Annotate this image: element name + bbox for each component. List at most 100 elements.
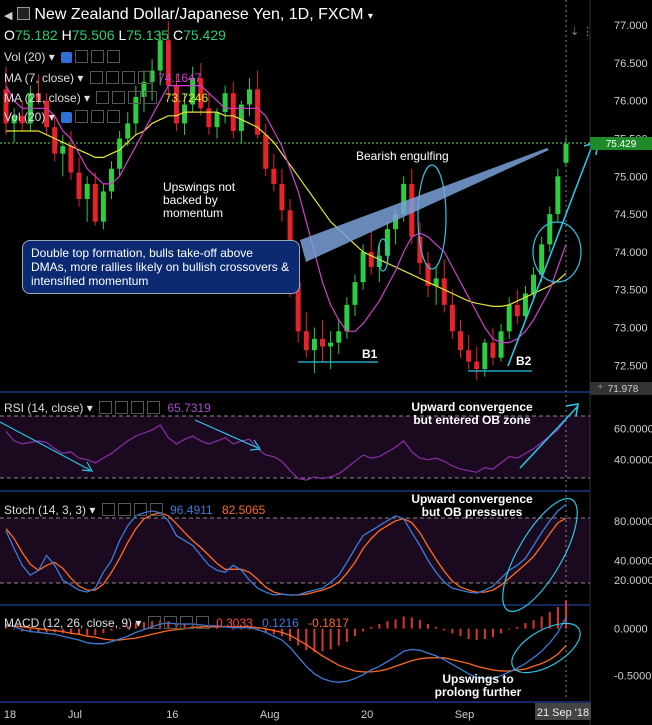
- lower-price-value: 71.978: [608, 384, 639, 395]
- b2-label: B2: [516, 354, 532, 368]
- candle-body: [246, 89, 252, 105]
- price-tick-label: 75.000: [614, 171, 648, 183]
- price-tick-label: 73.000: [614, 323, 648, 335]
- candle-body: [157, 40, 163, 71]
- candle-body: [352, 282, 358, 305]
- candle-body: [474, 361, 480, 370]
- date-badge-text: 21 Sep '18: [537, 707, 589, 719]
- rsi-tick-label: 60.0000: [614, 423, 652, 435]
- chart-title[interactable]: ◀ New Zealand Dollar/Japanese Yen, 1D, F…: [4, 6, 373, 24]
- legend-stoch[interactable]: Stoch (14, 3, 3) ▾ 96.4911 82.5065: [4, 503, 265, 517]
- candle-body: [449, 304, 455, 332]
- legend-ma21[interactable]: MA (21, close) ▾ 73.7246: [4, 91, 208, 105]
- legend-macd[interactable]: MACD (12, 26, close, 9) ▾ 0.3033 0.1216 …: [4, 616, 349, 630]
- settings-icon[interactable]: [105, 71, 119, 84]
- stoch-tick-label: 40.0000: [614, 555, 652, 567]
- candle-body: [182, 104, 188, 124]
- add-icon[interactable]: [133, 503, 147, 516]
- close-icon[interactable]: [195, 616, 209, 629]
- eye-icon[interactable]: [101, 503, 115, 516]
- candle-body: [360, 251, 366, 283]
- candle-body: [279, 183, 285, 211]
- candle-body: [52, 127, 58, 154]
- candle-body: [344, 304, 350, 332]
- legend-rsi[interactable]: RSI (14, close) ▾ 65.7319: [4, 401, 211, 415]
- upswings-note: Upswings not backed by momentum: [163, 180, 236, 220]
- time-tick-label: Aug: [260, 709, 280, 721]
- time-tick-label: Jul: [68, 709, 82, 721]
- b1-label: B1: [362, 347, 378, 361]
- close-icon[interactable]: [107, 50, 121, 63]
- candle-body: [76, 172, 82, 199]
- candle-body: [328, 342, 334, 347]
- candle-body: [303, 331, 309, 351]
- candle-body: [271, 168, 277, 184]
- time-tick-label: 18: [4, 709, 16, 721]
- settings-icon[interactable]: [75, 50, 89, 63]
- candle-body: [125, 123, 131, 139]
- legend-vol-1[interactable]: Vol (20) ▾: [4, 50, 121, 64]
- candle-body: [320, 338, 326, 347]
- settings-icon[interactable]: [112, 91, 126, 104]
- close-icon[interactable]: [144, 91, 158, 104]
- ohlc-readout: O75.182 H75.506 L75.135 C75.429: [4, 27, 226, 43]
- candle-body: [222, 93, 228, 113]
- add-icon[interactable]: [91, 50, 105, 63]
- candle-body: [457, 331, 463, 351]
- candle-body: [117, 138, 123, 169]
- add-icon[interactable]: [91, 110, 105, 123]
- eye-icon[interactable]: [89, 71, 103, 84]
- candle-body: [506, 304, 512, 332]
- candle-body: [466, 350, 472, 362]
- candle-body: [531, 274, 537, 294]
- stoch-note: Upward convergence but OB pressures: [411, 492, 533, 519]
- candle-body: [263, 134, 269, 169]
- add-icon[interactable]: [131, 401, 145, 414]
- eye-icon[interactable]: [99, 401, 113, 414]
- macd-tick-label: 0.0000: [614, 624, 648, 636]
- stoch-tick-label: 80.0000: [614, 516, 652, 528]
- settings-icon[interactable]: [115, 401, 129, 414]
- price-tick-label: 74.000: [614, 247, 648, 259]
- add-icon[interactable]: [128, 91, 142, 104]
- candle-body: [206, 108, 212, 128]
- price-tick-label: 73.500: [614, 285, 648, 297]
- candle-body: [441, 278, 447, 305]
- price-tick-label: 76.500: [614, 58, 648, 70]
- settings-icon[interactable]: [75, 110, 89, 123]
- plus-icon[interactable]: +: [597, 381, 603, 393]
- price-tick-label: 76.000: [614, 96, 648, 108]
- more-icon[interactable]: ⋮: [582, 26, 593, 38]
- close-icon[interactable]: [137, 71, 151, 84]
- legend-ma7[interactable]: MA (7, close) ▾ 74.1647: [4, 71, 201, 85]
- add-icon[interactable]: [121, 71, 135, 84]
- candle-body: [368, 251, 374, 268]
- candle-body: [563, 143, 569, 163]
- eye-icon[interactable]: [61, 52, 73, 63]
- legend-vol-2[interactable]: Vol (20) ▾: [4, 110, 121, 124]
- settings-icon[interactable]: [163, 616, 177, 629]
- stoch-tick-label: 20.0000: [614, 575, 652, 587]
- title-dropdown-icon[interactable]: ▾: [368, 11, 373, 22]
- scroll-down-icon[interactable]: ⇣: [570, 26, 579, 38]
- macd-tick-label: -0.5000: [614, 671, 651, 683]
- close-icon[interactable]: [149, 503, 163, 516]
- add-icon[interactable]: [179, 616, 193, 629]
- collapse-chevron-icon[interactable]: ◀: [4, 10, 12, 22]
- candle-body: [214, 112, 220, 128]
- candle-body: [84, 183, 90, 199]
- price-tick-label: 72.500: [614, 360, 648, 372]
- symbol-flag-icon: [16, 7, 30, 20]
- eye-icon[interactable]: [61, 112, 73, 123]
- candle-body: [92, 183, 98, 222]
- close-icon[interactable]: [147, 401, 161, 414]
- eye-icon[interactable]: [147, 616, 161, 629]
- time-tick-label: 16: [166, 709, 178, 721]
- candle-body: [539, 244, 545, 275]
- settings-icon[interactable]: [117, 503, 131, 516]
- eye-icon[interactable]: [96, 91, 110, 104]
- time-tick-label: 20: [361, 709, 373, 721]
- candle-body: [109, 168, 115, 192]
- last-price-value: 75.429: [606, 139, 637, 150]
- close-icon[interactable]: [107, 110, 121, 123]
